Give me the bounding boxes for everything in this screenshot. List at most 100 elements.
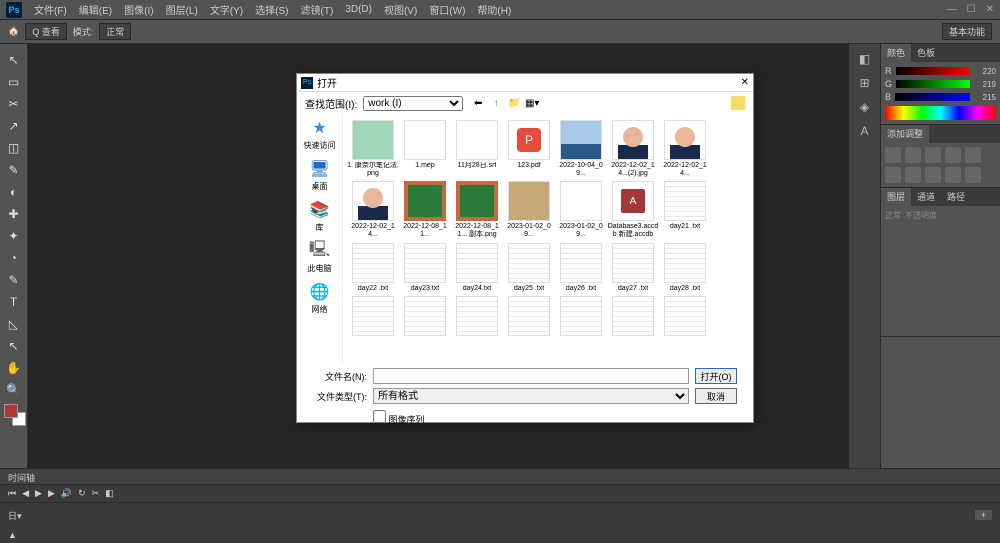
menu-select[interactable]: 选择(S)	[249, 2, 294, 17]
file-item[interactable]: day26 .txt	[555, 243, 607, 293]
marquee-tool[interactable]: ▭	[2, 72, 26, 92]
file-item[interactable]	[503, 296, 555, 336]
r-slider[interactable]	[896, 67, 971, 75]
file-item[interactable]	[399, 296, 451, 336]
cancel-button[interactable]: 取消	[695, 388, 737, 404]
adj-icon[interactable]	[905, 147, 921, 163]
mode-select[interactable]: 正常	[99, 23, 131, 40]
zoom-tool[interactable]: 🔍	[2, 380, 26, 400]
wand-tool[interactable]: ↗	[2, 116, 26, 136]
maximize-icon[interactable]: ☐	[967, 4, 976, 15]
open-button[interactable]: 打开(O)	[695, 368, 737, 384]
newfolder-icon[interactable]: 📁	[507, 96, 521, 110]
brush-tool[interactable]: ✚	[2, 204, 26, 224]
timeline-trans-icon[interactable]: ◧	[105, 488, 114, 499]
back-icon[interactable]: ⬅	[471, 96, 485, 110]
path-tool[interactable]: ↖	[2, 336, 26, 356]
lasso-tool[interactable]: ✂	[2, 94, 26, 114]
dock-icon-2[interactable]: ⊞	[859, 76, 869, 90]
menu-view[interactable]: 视图(V)	[378, 2, 423, 17]
adj-icon[interactable]	[905, 167, 921, 183]
adj-icon[interactable]	[925, 147, 941, 163]
file-item[interactable]: day23.txt	[399, 243, 451, 293]
timeline-rewind-icon[interactable]: ⏮	[8, 488, 16, 499]
folder-select[interactable]: work (I)	[363, 96, 463, 111]
b-slider[interactable]	[895, 93, 970, 101]
side-network[interactable]: 🌐网络	[309, 282, 331, 315]
viewmode-icon[interactable]: ▦▾	[525, 96, 539, 110]
heal-tool[interactable]: ◐	[2, 182, 26, 202]
color-spectrum[interactable]	[885, 106, 996, 120]
adj-icon[interactable]	[945, 147, 961, 163]
timeline-add-icon[interactable]: +	[975, 510, 992, 520]
menu-3d[interactable]: 3D(D)	[339, 4, 378, 15]
side-libraries[interactable]: 📚库	[309, 200, 331, 233]
side-thispc[interactable]: 🖳此电脑	[308, 241, 332, 274]
file-item[interactable]	[347, 296, 399, 336]
adj-icon[interactable]	[965, 147, 981, 163]
file-item[interactable]: 2023-01-02_09...	[555, 181, 607, 238]
file-item[interactable]: 123.pdf	[503, 120, 555, 177]
fg-bg-swatch[interactable]	[2, 402, 26, 430]
file-item[interactable]: 11月28日.srt	[451, 120, 503, 177]
file-item[interactable]	[451, 296, 503, 336]
workspace-select[interactable]: 基本功能	[942, 23, 992, 40]
file-item[interactable]: day21 .txt	[659, 181, 711, 238]
tab-swatches[interactable]: 色板	[911, 44, 941, 62]
eraser-tool[interactable]: ◔	[2, 248, 26, 268]
timeline-track-btn[interactable]: 日▾	[8, 509, 22, 522]
blend-mode[interactable]: 正常	[885, 210, 901, 221]
type-tool[interactable]: T	[2, 292, 26, 312]
dock-icon-3[interactable]: ◈	[860, 100, 869, 114]
tab-paths[interactable]: 路径	[941, 188, 971, 206]
file-item[interactable]: 1. 康奈尔笔记法.png	[347, 120, 399, 177]
menu-layer[interactable]: 图层(L)	[160, 2, 204, 17]
zoom-display[interactable]: Q 查看	[25, 23, 67, 40]
timeline-prev-icon[interactable]: ◀	[22, 488, 29, 499]
adj-icon[interactable]	[885, 147, 901, 163]
timeline-loop-icon[interactable]: ↻	[78, 488, 86, 499]
file-item[interactable]: day27 .txt	[607, 243, 659, 293]
move-tool[interactable]: ↖	[2, 50, 26, 70]
file-item[interactable]: 2022-12-02_14...	[347, 181, 399, 238]
eyedrop-tool[interactable]: ✎	[2, 160, 26, 180]
adj-icon[interactable]	[945, 167, 961, 183]
file-item[interactable]: 2022-10-04_09...	[555, 120, 607, 177]
close-icon[interactable]: ✕	[986, 4, 994, 15]
adj-icon[interactable]	[885, 167, 901, 183]
tab-channels[interactable]: 通道	[911, 188, 941, 206]
file-item[interactable]	[659, 296, 711, 336]
menu-file[interactable]: 文件(F)	[28, 2, 73, 17]
file-item[interactable]: 2022-12-08_11...	[399, 181, 451, 238]
menu-filter[interactable]: 滤镜(T)	[295, 2, 340, 17]
file-item[interactable]: day22 .txt	[347, 243, 399, 293]
file-item[interactable]: day25 .txt	[503, 243, 555, 293]
timeline-audio-icon[interactable]: 🔊	[61, 488, 72, 499]
menu-help[interactable]: 帮助(H)	[471, 2, 517, 17]
file-list[interactable]: 1. 康奈尔笔记法.png1.mep11月28日.srt123.pdf2022-…	[343, 114, 753, 364]
file-item[interactable]: day24.txt	[451, 243, 503, 293]
tab-color[interactable]: 颜色	[881, 44, 911, 62]
file-item[interactable]: 1.mep	[399, 120, 451, 177]
minimize-icon[interactable]: —	[947, 4, 957, 15]
hand-tool[interactable]: ✋	[2, 358, 26, 378]
file-item[interactable]: 2022-12-02_14...	[659, 120, 711, 177]
g-slider[interactable]	[896, 80, 970, 88]
menu-type[interactable]: 文字(Y)	[204, 2, 249, 17]
dock-icon-1[interactable]: ◧	[859, 52, 870, 66]
tab-adjustments[interactable]: 添加调整	[881, 125, 929, 143]
side-quickaccess[interactable]: ★快速访问	[304, 118, 336, 151]
adj-icon[interactable]	[965, 167, 981, 183]
pen-tool[interactable]: ◺	[2, 314, 26, 334]
dialog-close-icon[interactable]: ✕	[741, 77, 749, 88]
file-item[interactable]: 2023-01-02_09...	[503, 181, 555, 238]
stamp-tool[interactable]: ✦	[2, 226, 26, 246]
recent-icon[interactable]	[731, 96, 745, 110]
file-item[interactable]: day28 .txt	[659, 243, 711, 293]
timeline-split-icon[interactable]: ✂	[92, 488, 100, 499]
dock-icon-4[interactable]: A	[860, 124, 868, 138]
file-item[interactable]: Database3.accdb 新建.accdb	[607, 181, 659, 238]
menu-edit[interactable]: 编辑(E)	[73, 2, 118, 17]
filetype-select[interactable]: 所有格式	[373, 388, 689, 404]
file-item[interactable]: 2022-12-08_11... 副本.png	[451, 181, 503, 238]
